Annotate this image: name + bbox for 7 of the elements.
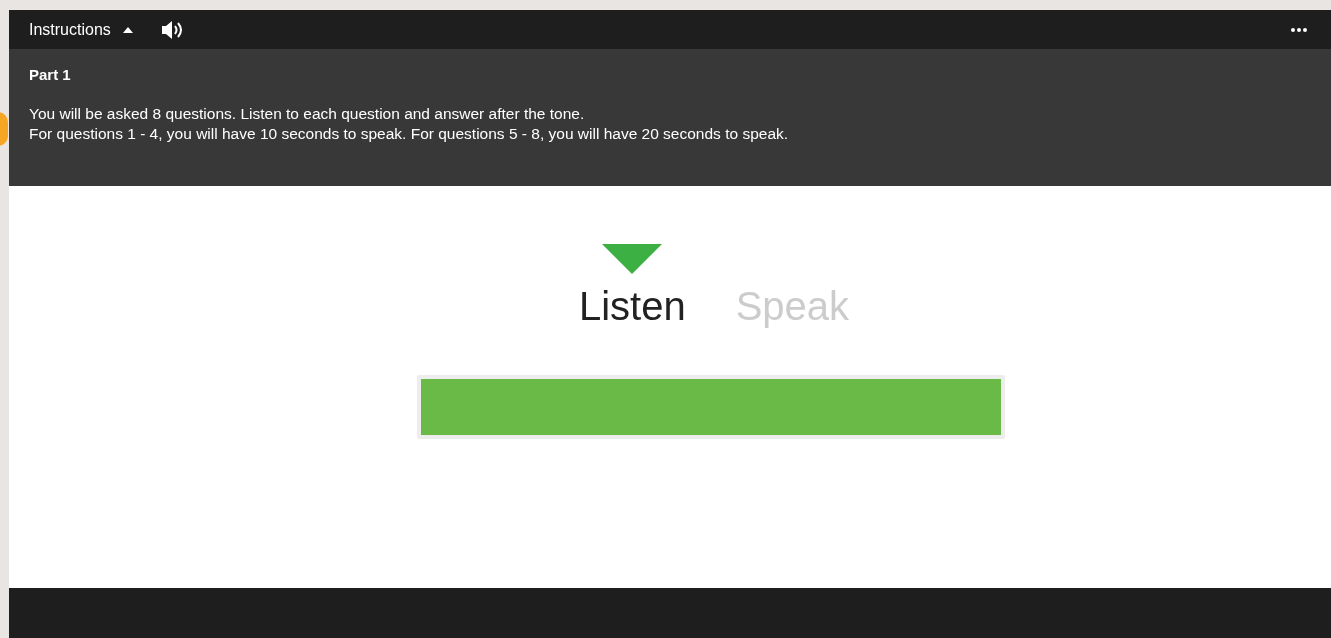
instruction-text: You will be asked 8 questions. Listen to each question and answer after the tone.: [29, 103, 586, 124]
more-icon[interactable]: [1291, 27, 1307, 32]
part-title: Part 1: [29, 65, 72, 85]
instruction-text: For questions 1 - 4, you will have 10 seconds to speak. For questions 5 - 8, you will have 20 seconds to speak.: [29, 123, 790, 144]
speaker-icon[interactable]: [160, 19, 183, 40]
instructions-toggle[interactable]: Instructions: [29, 17, 133, 42]
stage-label: Listen: [578, 284, 686, 328]
